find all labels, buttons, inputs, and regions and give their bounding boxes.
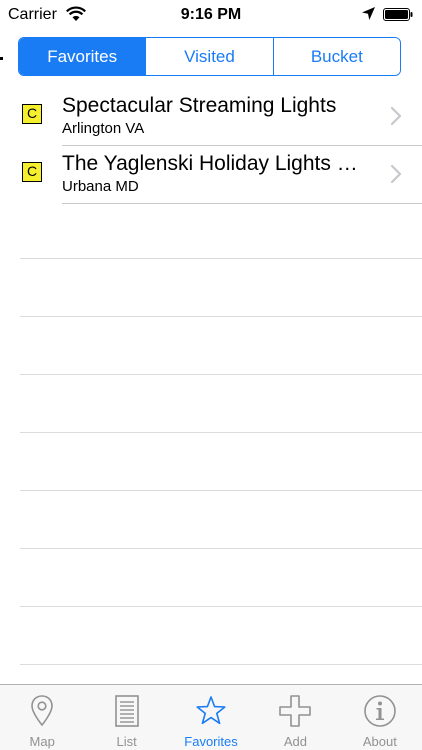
plus-icon — [279, 695, 312, 727]
table-row[interactable]: C Spectacular Streaming Lights Arlington… — [0, 88, 422, 146]
segmented-control: Favorites Visited Bucket — [18, 37, 401, 76]
segment-visited[interactable]: Visited — [145, 38, 273, 75]
clock: 9:16 PM — [180, 6, 242, 23]
empty-row-line — [20, 258, 422, 259]
empty-row-line — [20, 664, 422, 665]
empty-row-line — [20, 316, 422, 317]
tab-bar: Map List Favorites Add About — [0, 684, 422, 750]
tab-label: Map — [29, 734, 55, 749]
chevron-right-icon — [390, 164, 402, 184]
location-arrow-icon — [362, 7, 375, 20]
info-icon — [364, 695, 396, 727]
tab-about[interactable]: About — [338, 685, 422, 750]
empty-row-line — [20, 606, 422, 607]
battery-icon — [383, 8, 413, 21]
map-pin-icon — [31, 695, 54, 727]
tab-label: List — [116, 734, 137, 749]
tab-favorites[interactable]: Favorites — [169, 685, 253, 750]
empty-row-line — [20, 432, 422, 433]
category-badge: C — [22, 104, 42, 124]
star-icon — [196, 696, 226, 725]
empty-row-line — [20, 548, 422, 549]
empty-row-line — [20, 490, 422, 491]
row-title: Spectacular Streaming Lights — [62, 94, 337, 117]
row-subtitle: Arlington VA — [62, 120, 145, 137]
table-row[interactable]: C The Yaglenski Holiday Lights Display U… — [0, 146, 422, 204]
segment-bucket[interactable]: Bucket — [272, 38, 400, 75]
segment-favorites[interactable]: Favorites — [19, 38, 146, 75]
row-divider — [62, 203, 422, 204]
list-icon — [114, 695, 139, 727]
tab-label: Favorites — [184, 734, 238, 749]
empty-row-line — [20, 374, 422, 375]
tab-label: About — [362, 734, 397, 749]
category-badge: C — [22, 162, 42, 182]
edge-marker — [0, 57, 3, 60]
row-subtitle: Urbana MD — [62, 178, 139, 195]
tab-map[interactable]: Map — [0, 685, 84, 750]
tab-list[interactable]: List — [84, 685, 168, 750]
status-bar: Carrier 9:16 PM — [0, 0, 422, 30]
chevron-right-icon — [390, 106, 402, 126]
tab-label: Add — [283, 734, 307, 749]
row-title: The Yaglenski Holiday Lights Display — [62, 152, 372, 175]
tab-add[interactable]: Add — [253, 685, 337, 750]
